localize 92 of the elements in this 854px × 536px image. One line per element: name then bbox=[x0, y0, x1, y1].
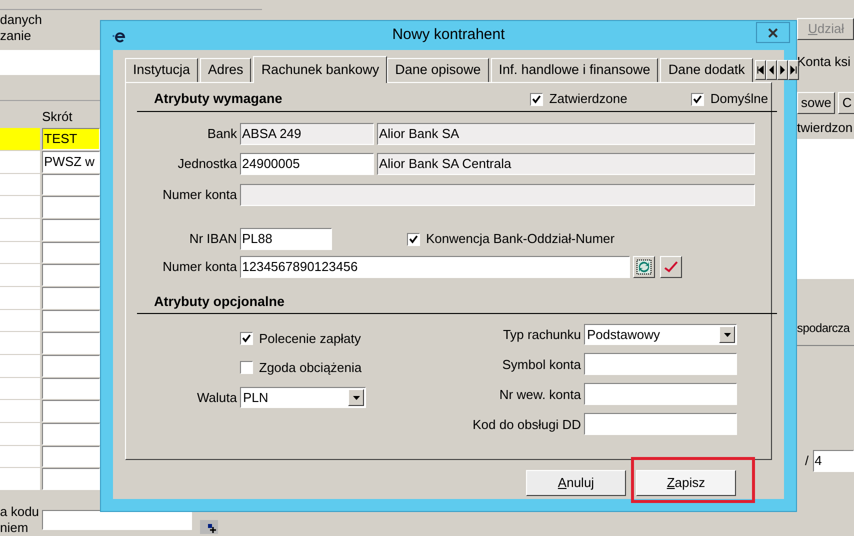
table-cell bbox=[0, 400, 40, 422]
checkbox[interactable] bbox=[530, 92, 544, 106]
input-field[interactable] bbox=[584, 413, 737, 436]
field-label: Bank bbox=[206, 125, 237, 144]
currency-select[interactable]: PLN bbox=[240, 387, 366, 408]
section-heading: Atrybuty opcjonalne bbox=[154, 293, 286, 311]
field-label: Numer konta bbox=[162, 186, 237, 204]
bank-code-field[interactable]: ABSA 249 bbox=[240, 123, 374, 145]
table-cell bbox=[0, 332, 40, 354]
table-cell[interactable] bbox=[42, 310, 100, 332]
dialog-button[interactable]: Zapisz bbox=[636, 470, 736, 496]
group-label: zanie bbox=[0, 28, 32, 44]
checkbox-label: Domyślne bbox=[710, 90, 768, 108]
table-cell bbox=[0, 264, 40, 286]
tab[interactable]: Inf. handlowe i finansowe bbox=[490, 58, 658, 82]
table-cell[interactable] bbox=[42, 468, 100, 490]
validate-check-icon[interactable] bbox=[660, 256, 682, 278]
checkbox[interactable] bbox=[407, 232, 420, 246]
tab[interactable]: Dane opisowe bbox=[387, 58, 489, 82]
table-cell bbox=[0, 128, 40, 150]
field-label: Kod do obsługi DD bbox=[472, 416, 581, 434]
separator-text: / bbox=[805, 452, 809, 470]
table-cell[interactable] bbox=[42, 354, 100, 377]
field-label: Nr IBAN bbox=[188, 230, 237, 248]
table-cell[interactable] bbox=[42, 332, 100, 354]
account-field[interactable]: 1234567890123456 bbox=[240, 256, 630, 278]
tab[interactable]: Instytucja bbox=[125, 58, 198, 82]
refresh-icon[interactable] bbox=[633, 256, 655, 278]
account-type-select[interactable]: Podstawowy bbox=[584, 324, 737, 346]
table-cell[interactable] bbox=[42, 174, 100, 196]
bank-name-field[interactable]: Alior Bank SA bbox=[377, 123, 755, 145]
input-field[interactable] bbox=[584, 383, 737, 406]
table-cell bbox=[0, 150, 40, 173]
table-cell bbox=[0, 174, 40, 196]
checkbox-label: Konwencja Bank-Oddział-Numer bbox=[426, 230, 615, 248]
checkbox-label: Polecenie zapłaty bbox=[259, 330, 361, 348]
field-label: Nr wew. konta bbox=[498, 386, 581, 404]
close-icon[interactable] bbox=[768, 28, 778, 38]
table-cell bbox=[0, 446, 40, 468]
tab[interactable]: Rachunek bankowy bbox=[253, 56, 388, 83]
table-cell[interactable] bbox=[42, 400, 100, 422]
table-cell[interactable] bbox=[42, 422, 100, 445]
field-label: a kodu bbox=[0, 504, 40, 520]
field-label: Numer konta bbox=[162, 258, 237, 276]
field-label: niem bbox=[0, 520, 30, 536]
table-cell[interactable]: PWSZ w bbox=[42, 150, 100, 173]
table-cell[interactable] bbox=[42, 264, 100, 286]
table-cell[interactable] bbox=[42, 219, 100, 241]
tab[interactable]: Dane dodatk bbox=[660, 58, 753, 82]
table-cell bbox=[0, 422, 40, 445]
input-field[interactable] bbox=[584, 353, 737, 376]
checkbox[interactable] bbox=[240, 360, 253, 374]
input-field[interactable] bbox=[42, 510, 192, 530]
tab[interactable]: Adres bbox=[200, 58, 252, 82]
field-label: Waluta bbox=[196, 389, 237, 407]
checkbox-label: Zatwierdzone bbox=[549, 90, 628, 108]
table-cell[interactable]: TEST bbox=[42, 128, 100, 150]
table-cell[interactable] bbox=[42, 242, 100, 264]
table-cell bbox=[0, 287, 40, 309]
field-label: Typ rachunku bbox=[502, 326, 581, 344]
table-cell bbox=[0, 354, 40, 377]
dialog-button[interactable]: Anuluj bbox=[526, 470, 626, 496]
column-header: twierdzon bbox=[797, 118, 854, 136]
group-label: danych bbox=[0, 12, 42, 28]
column-header: Skrót bbox=[42, 108, 72, 126]
group-label: spodarcza bbox=[797, 320, 851, 337]
window-title: Nowy kontrahent bbox=[392, 25, 505, 46]
table-cell[interactable] bbox=[42, 446, 100, 468]
table-cell[interactable] bbox=[42, 287, 100, 309]
unit-name-field[interactable]: Alior Bank SA Centrala bbox=[377, 153, 755, 175]
unit-code-field[interactable]: 24900005 bbox=[240, 153, 374, 175]
table-cell bbox=[0, 196, 40, 218]
field-label: Jednostka bbox=[176, 155, 237, 174]
table-cell bbox=[0, 242, 40, 264]
field-label: Symbol konta bbox=[501, 356, 581, 374]
iban-field[interactable]: PL88 bbox=[240, 228, 332, 250]
section-heading: Atrybuty wymagane bbox=[154, 90, 282, 108]
table-cell bbox=[0, 468, 40, 490]
table-cell bbox=[0, 310, 40, 332]
add-icon[interactable] bbox=[200, 520, 218, 534]
checkbox[interactable] bbox=[240, 332, 253, 345]
close-button[interactable] bbox=[756, 22, 790, 43]
table-cell bbox=[0, 378, 40, 400]
table-cell bbox=[0, 219, 40, 241]
table-cell[interactable] bbox=[42, 196, 100, 218]
tab[interactable]: C bbox=[838, 92, 854, 114]
checkbox[interactable] bbox=[691, 92, 704, 106]
account-number-field[interactable] bbox=[240, 184, 755, 206]
checkbox-label: Zgoda obciążenia bbox=[259, 358, 362, 377]
table-cell[interactable] bbox=[42, 378, 100, 400]
tab[interactable]: sowe bbox=[797, 92, 836, 114]
input-field[interactable]: 4 bbox=[812, 450, 854, 472]
